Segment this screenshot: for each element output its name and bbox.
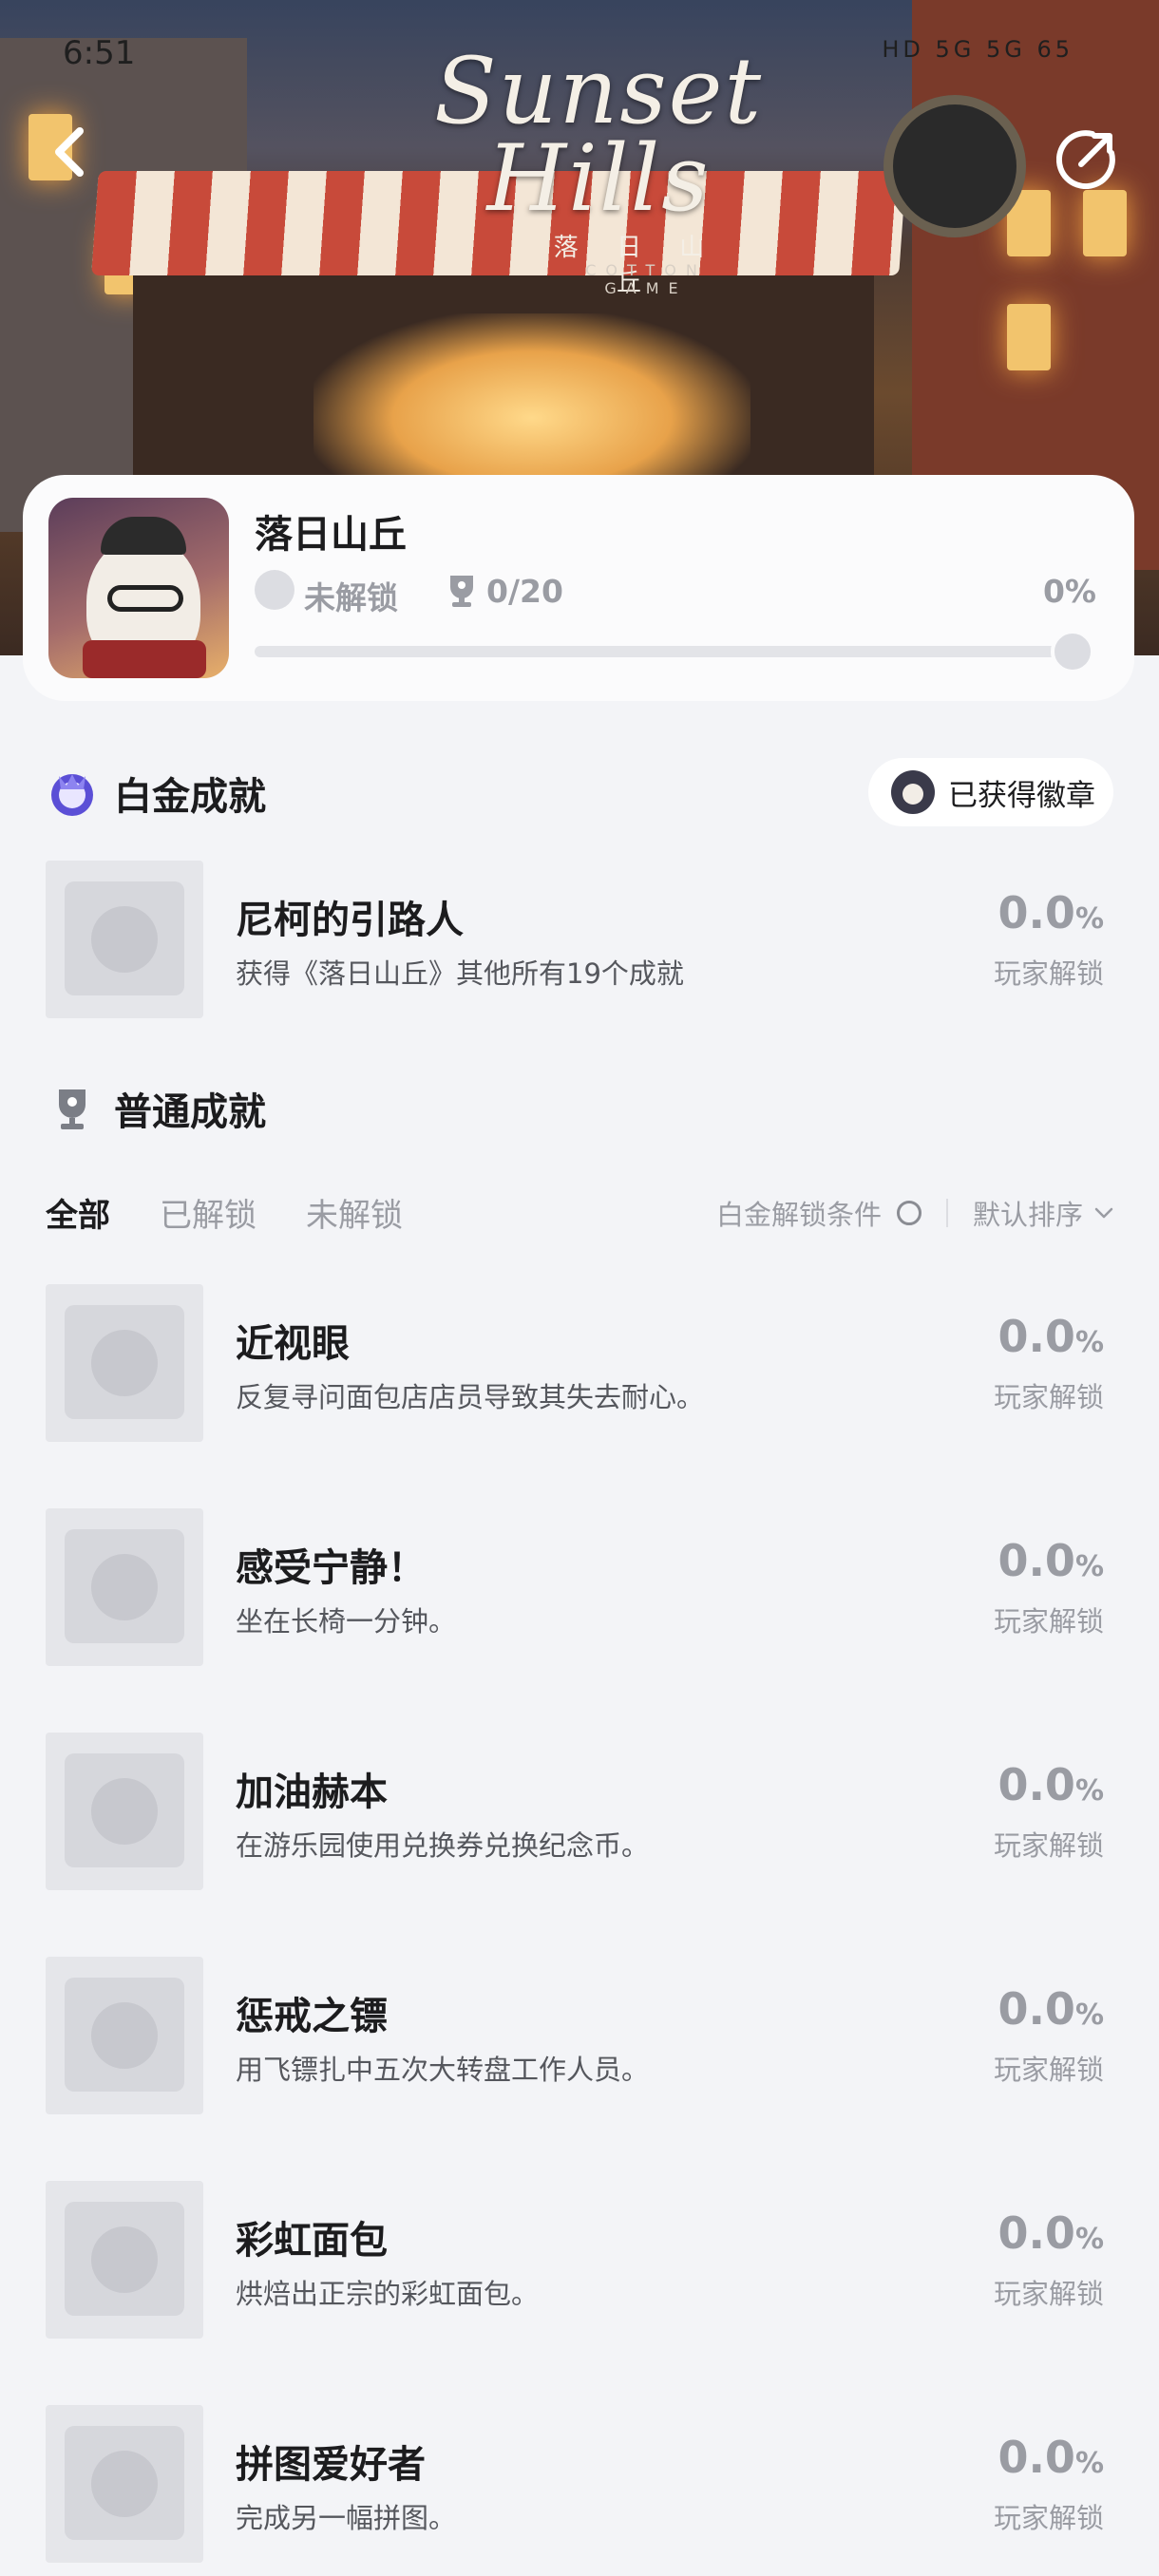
achievement-description: 在游乐园使用兑换券兑换纪念币。 — [236, 1829, 650, 1862]
achievement-percent-label: 玩家解锁 — [993, 1381, 1104, 1413]
achievement-percent-label: 玩家解锁 — [993, 2502, 1104, 2534]
achievement-description: 用飞镖扎中五次大转盘工作人员。 — [236, 2054, 650, 2086]
achievement-percent: 0.0% — [998, 1311, 1104, 1362]
trophy-icon — [59, 1089, 86, 1129]
divider — [945, 1199, 948, 1227]
game-icon-scarf — [83, 640, 206, 678]
tab-all[interactable]: 全部 — [46, 1189, 110, 1236]
logo-line-1: Sunset — [433, 38, 764, 144]
achievement-thumbnail — [46, 2181, 203, 2339]
progress-end-badge-icon — [1051, 630, 1094, 673]
achievement-name: 拼图爱好者 — [236, 2443, 426, 2487]
unlock-status: 未解锁 — [304, 579, 398, 616]
share-icon — [1055, 130, 1115, 190]
achievement-item[interactable]: 彩虹面包 烘焙出正宗的彩虹面包。 0.0% 玩家解锁 — [46, 2181, 1113, 2339]
chevron-left-icon — [55, 127, 84, 177]
achievement-count: 0/20 — [486, 573, 563, 610]
back-button[interactable] — [44, 123, 101, 180]
achievement-name: 彩虹面包 — [236, 2219, 388, 2263]
achievement-item[interactable]: 加油赫本 在游乐园使用兑换券兑换纪念币。 0.0% 玩家解锁 — [46, 1733, 1113, 1890]
achievement-thumbnail — [46, 1957, 203, 2114]
achievement-percent-label: 玩家解锁 — [993, 2278, 1104, 2310]
platinum-section-header: 白金成就 — [46, 766, 266, 821]
game-logo: Sunset Hills — [399, 38, 798, 232]
hero-clock — [884, 95, 1026, 237]
achievement-name: 惩戒之镖 — [236, 1995, 388, 2038]
tab-unlocked[interactable]: 已解锁 — [160, 1189, 256, 1236]
achievement-percent: 0.0% — [998, 1759, 1104, 1810]
achievement-thumbnail — [46, 861, 203, 1018]
achievement-thumbnail — [46, 1733, 203, 1890]
tab-locked[interactable]: 未解锁 — [306, 1189, 403, 1236]
achievement-percent: 0.0% — [998, 1535, 1104, 1586]
achievement-filter-tabs: 全部 已解锁 未解锁 — [46, 1189, 452, 1236]
completion-percent: 0% — [1042, 573, 1096, 610]
platinum-trophy-icon — [51, 774, 93, 816]
platinum-condition-filter[interactable]: 白金解锁条件 — [716, 1193, 882, 1233]
achievement-percent-label: 玩家解锁 — [993, 1605, 1104, 1638]
achievement-percent-label: 玩家解锁 — [993, 2054, 1104, 2086]
achievement-item[interactable]: 拼图爱好者 完成另一幅拼图。 0.0% 玩家解锁 — [46, 2405, 1113, 2563]
achievement-description: 坐在长椅一分钟。 — [236, 1605, 457, 1638]
share-button[interactable] — [1055, 128, 1117, 190]
hero-window — [1007, 304, 1051, 370]
radio-icon[interactable] — [896, 1201, 922, 1225]
status-indicators: HD 5G 5G 65 — [882, 36, 1074, 63]
earned-badges-label: 已获得徽章 — [948, 778, 1095, 813]
chevron-down-icon[interactable] — [1094, 1203, 1113, 1222]
achievement-percent: 0.0% — [998, 2207, 1104, 2259]
achievement-name: 近视眼 — [236, 1322, 350, 1366]
achievement-description: 完成另一幅拼图。 — [236, 2502, 457, 2534]
normal-section-header: 普通成就 — [46, 1081, 266, 1136]
achievement-percent: 0.0% — [998, 1983, 1104, 2035]
achievement-percent: 0.0% — [998, 2432, 1104, 2483]
filter-row: 白金解锁条件 默认排序 — [716, 1193, 1113, 1233]
game-icon-glasses — [107, 585, 183, 612]
status-time: 6:51 — [63, 34, 136, 72]
achievement-name: 感受宁静！ — [236, 1546, 426, 1590]
trophy-icon — [450, 576, 473, 607]
achievement-item[interactable]: 惩戒之镖 用飞镖扎中五次大转盘工作人员。 0.0% 玩家解锁 — [46, 1957, 1113, 2114]
hero-window — [1083, 190, 1127, 256]
achievement-name: 尼柯的引路人 — [236, 899, 464, 942]
badge-avatar-icon — [891, 770, 935, 814]
achievement-thumbnail — [46, 1284, 203, 1442]
normal-section-title: 普通成就 — [114, 1090, 266, 1134]
achievement-name: 加油赫本 — [236, 1771, 388, 1814]
sort-dropdown[interactable]: 默认排序 — [973, 1193, 1083, 1233]
lock-badge-icon — [255, 570, 294, 610]
logo-line-2: Hills — [486, 125, 711, 232]
achievement-percent-label: 玩家解锁 — [993, 1829, 1104, 1862]
achievement-thumbnail — [46, 1508, 203, 1666]
earned-badges-button[interactable]: 已获得徽章 — [868, 758, 1113, 826]
achievement-percent: 0.0% — [998, 887, 1104, 938]
achievement-thumbnail — [46, 2405, 203, 2563]
achievement-description: 烘焙出正宗的彩虹面包。 — [236, 2278, 540, 2310]
game-icon[interactable] — [48, 498, 229, 678]
achievement-description: 获得《落日山丘》其他所有19个成就 — [236, 957, 684, 990]
completion-progress-bar — [255, 646, 1091, 657]
achievement-item[interactable]: 感受宁静！ 坐在长椅一分钟。 0.0% 玩家解锁 — [46, 1508, 1113, 1666]
game-icon-hat — [101, 517, 186, 555]
achievement-percent-label: 玩家解锁 — [993, 957, 1104, 990]
game-title: 落日山丘 — [255, 513, 407, 557]
logo-studio: COTTON GAME — [585, 261, 707, 297]
achievement-description: 反复寻问面包店店员导致其失去耐心。 — [236, 1381, 705, 1413]
platinum-achievement-item[interactable]: 尼柯的引路人 获得《落日山丘》其他所有19个成就 0.0% 玩家解锁 — [46, 861, 1113, 1018]
achievement-item[interactable]: 近视眼 反复寻问面包店店员导致其失去耐心。 0.0% 玩家解锁 — [46, 1284, 1113, 1442]
platinum-section-title: 白金成就 — [114, 775, 266, 819]
game-summary-card: 落日山丘 未解锁 0/20 0% — [23, 475, 1134, 701]
